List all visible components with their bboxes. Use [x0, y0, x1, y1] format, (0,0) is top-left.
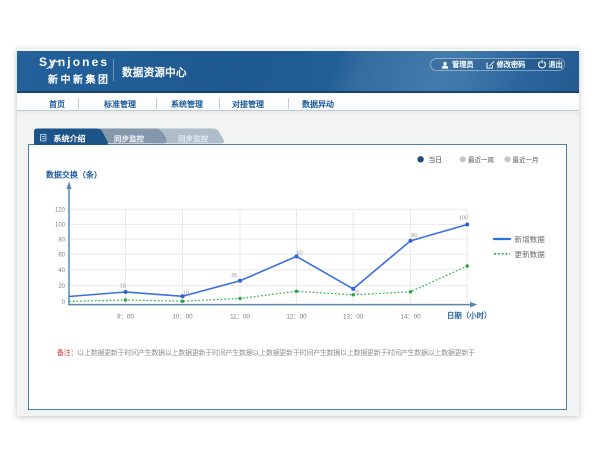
svg-text:最近一周: 最近一周: [468, 155, 494, 164]
svg-text:9：00: 9：00: [117, 314, 134, 321]
svg-text:10: 10: [183, 291, 189, 297]
svg-text:当日: 当日: [429, 155, 443, 164]
svg-text:同步监控: 同步监控: [114, 134, 144, 144]
svg-text:35: 35: [231, 273, 237, 279]
svg-text:系统介绍: 系统介绍: [54, 134, 86, 144]
svg-text:12：00: 12：00: [286, 314, 307, 321]
svg-text:数据交换（条）: 数据交换（条）: [46, 170, 102, 180]
svg-text:40: 40: [58, 268, 65, 274]
svg-text:更新数据: 更新数据: [515, 249, 546, 259]
svg-text:14：00: 14：00: [400, 314, 421, 321]
svg-text:60: 60: [297, 251, 303, 257]
svg-text:80: 80: [58, 237, 65, 243]
svg-text:0: 0: [62, 300, 66, 306]
svg-text:120: 120: [55, 208, 66, 214]
svg-text:日期（小时）: 日期（小时）: [447, 311, 491, 320]
svg-text:20: 20: [58, 284, 65, 290]
svg-text:100: 100: [55, 223, 66, 229]
svg-text:80: 80: [411, 233, 417, 239]
svg-text:13：00: 13：00: [343, 314, 364, 321]
svg-text:60: 60: [58, 253, 65, 259]
svg-text:10：00: 10：00: [172, 314, 193, 321]
svg-text:最近一月: 最近一月: [513, 155, 539, 164]
svg-text:100: 100: [459, 215, 468, 221]
svg-text:11：00: 11：00: [230, 314, 250, 321]
svg-text:新增数据: 新增数据: [515, 234, 546, 244]
svg-text:18: 18: [120, 284, 126, 290]
svg-text:同步监控: 同步监控: [178, 134, 208, 144]
svg-text:15: 15: [353, 290, 359, 296]
